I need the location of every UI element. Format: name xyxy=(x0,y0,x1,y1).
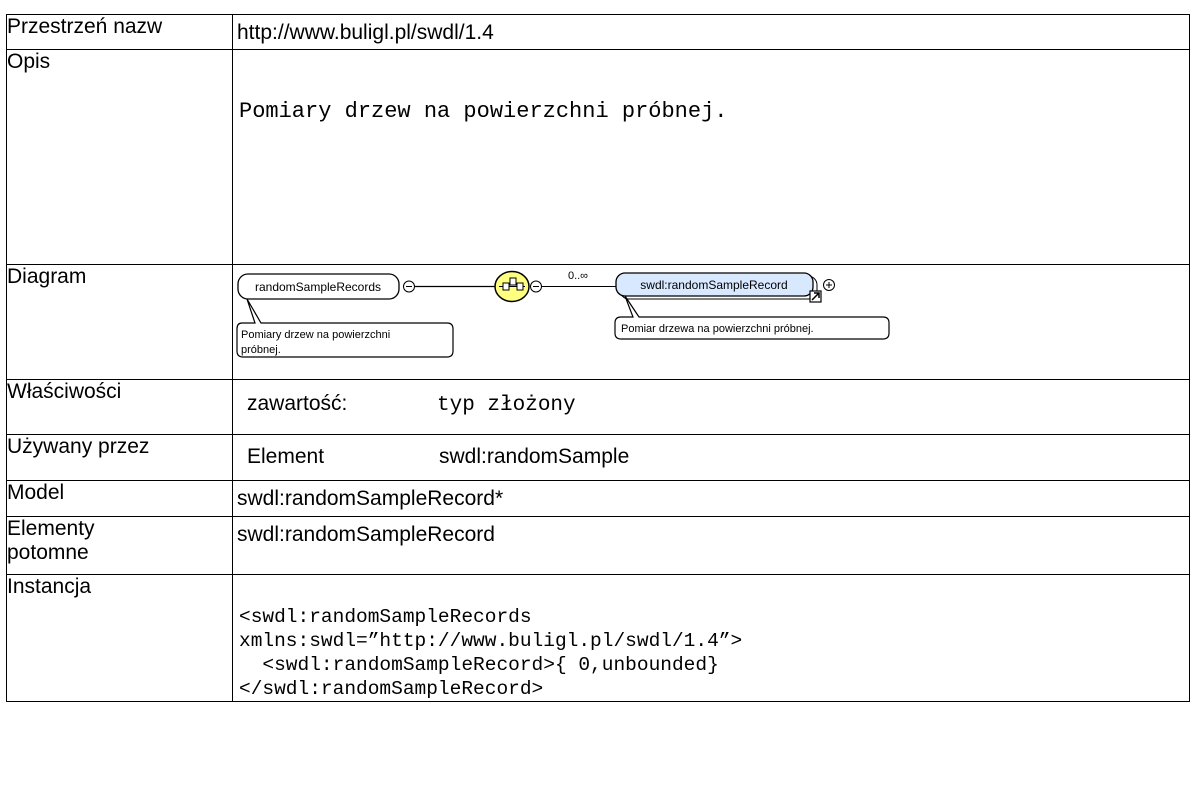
children-value[interactable]: swdl:randomSampleRecord xyxy=(233,517,1189,547)
model-label: Model xyxy=(6,480,233,517)
row-diagram: Diagram randomSampleRecords 0..∞ swdl:ra… xyxy=(6,264,1190,380)
used-by-link[interactable]: swdl:randomSample xyxy=(439,445,629,468)
description-label: Opis xyxy=(6,49,233,265)
namespace-value: http://www.buligl.pl/swdl/1.4 xyxy=(237,21,494,44)
sequence-compositor-icon[interactable] xyxy=(494,270,530,303)
row-model: Model swdl:randomSampleRecord* xyxy=(6,480,1190,517)
root-annotation: Pomiary drzew na powierzchni próbnej. xyxy=(236,298,454,358)
instance-label: Instancja xyxy=(6,574,233,702)
child-annotation-text: Pomiar drzewa na powierzchni próbnej. xyxy=(621,323,814,335)
root-element-box[interactable]: randomSampleRecords xyxy=(237,273,400,300)
properties-key: zawartość: xyxy=(247,392,348,415)
root-annotation-line2: próbnej. xyxy=(241,344,281,356)
multiplicity-label: 0..∞ xyxy=(568,270,588,282)
row-children: Elementy potomne swdl:randomSampleRecord xyxy=(6,516,1190,575)
row-namespace: Przestrzeń nazw http://www.buligl.pl/swd… xyxy=(6,14,1190,50)
children-label: Elementy potomne xyxy=(6,516,233,575)
root-collapse-icon[interactable] xyxy=(403,280,415,293)
used-by-kind: Element xyxy=(247,445,325,468)
description-value: Pomiary drzew na powierzchni próbnej. xyxy=(239,99,728,124)
child-expand-icon[interactable] xyxy=(823,279,835,291)
properties-label: Właściwości xyxy=(6,379,233,435)
used-by-label: Używany przez xyxy=(6,434,233,481)
row-used-by: Używany przez Element swdl:randomSample xyxy=(6,434,1190,481)
child-element-name: swdl:randomSampleRecord xyxy=(640,278,787,292)
row-properties: Właściwości zawartość: typ złożony xyxy=(6,379,1190,435)
diagram-label: Diagram xyxy=(6,264,233,380)
schema-diagram: randomSampleRecords 0..∞ swdl:randomSamp… xyxy=(233,265,1189,379)
properties-value: typ złożony xyxy=(437,394,576,417)
child-element-box[interactable]: swdl:randomSampleRecord xyxy=(615,272,818,300)
root-element-name: randomSampleRecords xyxy=(255,280,381,294)
instance-code: <swdl:randomSampleRecords xmlns:swdl=”htt… xyxy=(239,606,743,700)
schema-doc-table: Przestrzeń nazw http://www.buligl.pl/swd… xyxy=(6,14,1190,702)
row-instance: Instancja <swdl:randomSampleRecords xmlns… xyxy=(6,574,1190,702)
row-description: Opis Pomiary drzew na powierzchni próbne… xyxy=(6,49,1190,265)
model-value[interactable]: swdl:randomSampleRecord* xyxy=(233,481,1189,511)
child-annotation: Pomiar drzewa na powierzchni próbnej. xyxy=(614,295,890,340)
root-annotation-line1: Pomiary drzew na powierzchni xyxy=(241,329,390,341)
namespace-label: Przestrzeń nazw xyxy=(6,14,233,50)
compositor-collapse-icon[interactable] xyxy=(530,280,542,293)
reference-arrow-icon xyxy=(809,290,822,303)
